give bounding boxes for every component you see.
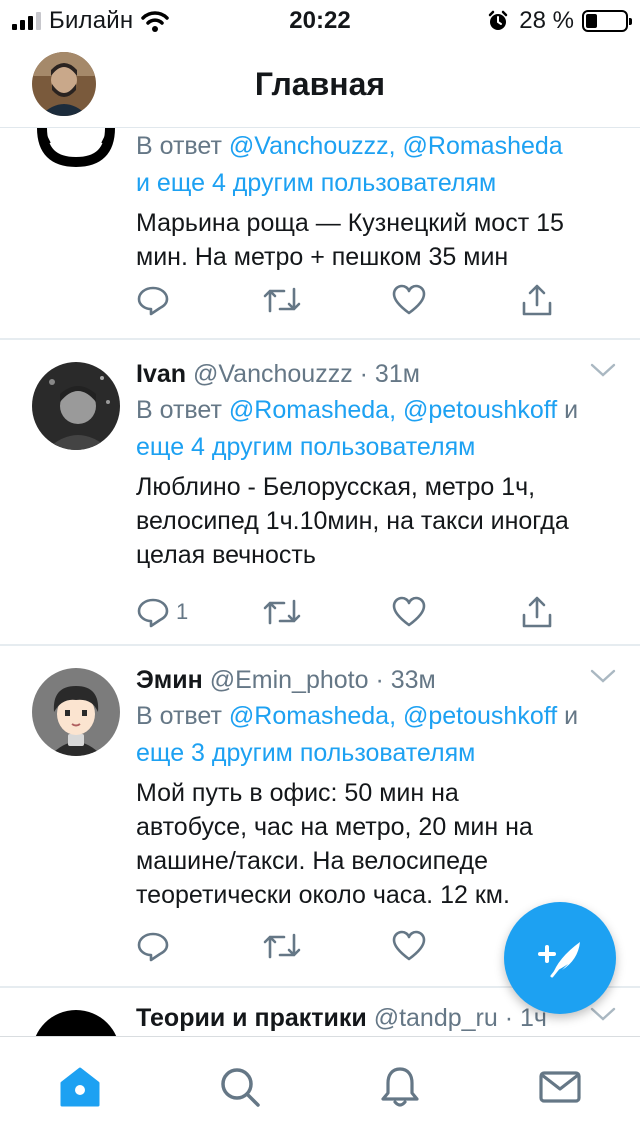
tweet-text-line: велосипед 1ч.10мин, на такси иногда bbox=[136, 507, 569, 535]
tweet-time: 33м bbox=[390, 666, 436, 694]
tweet-actions bbox=[136, 926, 556, 966]
retweet-icon bbox=[263, 599, 301, 625]
tweet[interactable]: В ответ @Vanchouzzz, @Romasheda и еще 4 … bbox=[0, 128, 640, 340]
reply-context: В ответ @Romasheda, @petoushkoff и еще 3… bbox=[136, 698, 616, 772]
chevron-down-icon[interactable] bbox=[590, 362, 616, 378]
reply-mentions-link[interactable]: @Romasheda, @petoushkoff bbox=[229, 396, 557, 424]
user-avatar[interactable] bbox=[32, 1010, 120, 1036]
retweet-icon bbox=[263, 287, 301, 313]
share-button[interactable] bbox=[520, 280, 554, 320]
retweet-button[interactable] bbox=[262, 592, 302, 632]
reply-icon bbox=[137, 598, 169, 628]
tweet-actions: 1 bbox=[136, 592, 556, 632]
reply-context: В ответ @Romasheda, @petoushkoff и еще 4… bbox=[136, 392, 616, 466]
compose-feather-icon bbox=[538, 942, 580, 978]
separator-dot: · bbox=[368, 666, 391, 694]
like-button[interactable] bbox=[392, 280, 426, 320]
reply-prefix: В ответ bbox=[136, 132, 222, 160]
retweet-button[interactable] bbox=[262, 926, 302, 966]
like-button[interactable] bbox=[392, 592, 426, 632]
reply-mentions-link[interactable]: @Romasheda, @petoushkoff bbox=[229, 702, 557, 730]
battery-icon bbox=[582, 10, 632, 32]
user-name[interactable]: Эмин bbox=[136, 666, 203, 694]
tweet-text-line: мин. На метро + пешком 35 мин bbox=[136, 243, 509, 271]
separator-dot: · bbox=[352, 360, 375, 388]
reply-prefix: В ответ bbox=[136, 702, 222, 730]
user-handle[interactable]: @tandp_ru bbox=[374, 1004, 498, 1032]
heart-icon bbox=[392, 284, 426, 315]
tweet-header: Ivan @Vanchouzzz · 31м bbox=[136, 358, 616, 390]
tweet-text-line: Мой путь в офис: 50 мин на bbox=[136, 779, 459, 807]
search-icon bbox=[221, 1068, 260, 1107]
timeline-feed[interactable]: В ответ @Vanchouzzz, @Romasheda и еще 4 … bbox=[0, 128, 640, 1036]
tweet-actions bbox=[136, 280, 556, 320]
tweet-text-line: автобусе, час на метро, 20 мин на bbox=[136, 813, 533, 841]
heart-icon bbox=[392, 930, 426, 961]
reply-prefix: В ответ bbox=[136, 396, 222, 424]
reply-button[interactable] bbox=[136, 926, 176, 966]
tweet-header: Эмин @Emin_photo · 33м bbox=[136, 664, 616, 696]
tweet[interactable]: Ivan @Vanchouzzz · 31м В ответ @Romashed… bbox=[0, 340, 640, 646]
tweet-text: Люблино - Белорусская, метро 1ч, велосип… bbox=[136, 470, 616, 572]
compose-tweet-button[interactable] bbox=[504, 902, 616, 1014]
reply-button[interactable] bbox=[136, 280, 176, 320]
retweet-button[interactable] bbox=[262, 280, 302, 320]
home-icon bbox=[60, 1067, 100, 1107]
tweet-text: Марьина роща — Кузнецкий мост 15 мин. На… bbox=[136, 206, 616, 274]
separator-dot: · bbox=[497, 1004, 520, 1032]
tab-messages[interactable] bbox=[536, 1063, 584, 1111]
share-button[interactable] bbox=[520, 592, 554, 632]
reply-more-link[interactable]: еще 3 другим пользователям bbox=[136, 739, 475, 767]
tab-home[interactable] bbox=[56, 1063, 104, 1111]
tab-search[interactable] bbox=[216, 1063, 264, 1111]
bell-icon bbox=[381, 1067, 419, 1107]
tweet-text-line: целая вечность bbox=[136, 541, 316, 569]
user-avatar[interactable] bbox=[32, 668, 120, 756]
reply-mentions-link[interactable]: @Vanchouzzz, @Romasheda bbox=[229, 132, 563, 160]
reply-more-link[interactable]: еще 4 другим пользователям bbox=[136, 433, 475, 461]
retweet-icon bbox=[263, 933, 301, 959]
reply-more-link[interactable]: и еще 4 другим пользователям bbox=[136, 169, 496, 197]
alarm-icon bbox=[489, 10, 508, 30]
tab-notifications[interactable] bbox=[376, 1063, 424, 1111]
reply-and: и bbox=[564, 396, 579, 424]
chevron-down-icon[interactable] bbox=[590, 668, 616, 684]
tweet-time: 31м bbox=[374, 360, 420, 388]
user-name[interactable]: Теории и практики bbox=[136, 1004, 367, 1032]
heart-icon bbox=[392, 596, 426, 627]
user-avatar[interactable] bbox=[32, 128, 120, 172]
user-handle[interactable]: @Emin_photo bbox=[210, 666, 369, 694]
user-handle[interactable]: @Vanchouzzz bbox=[193, 360, 353, 388]
reply-icon bbox=[137, 286, 169, 316]
reply-count: 1 bbox=[176, 599, 189, 624]
battery-percent: 28 % bbox=[519, 7, 574, 34]
chevron-down-icon[interactable] bbox=[590, 1006, 616, 1022]
user-name[interactable]: Ivan bbox=[136, 360, 186, 388]
nav-header: Главная bbox=[0, 40, 640, 128]
share-icon bbox=[522, 284, 552, 316]
tweet-text-line: Марьина роща — Кузнецкий мост 15 bbox=[136, 209, 564, 237]
reply-icon bbox=[137, 932, 169, 962]
tweet-text: Мой путь в офис: 50 мин на автобусе, час… bbox=[136, 776, 616, 912]
tweet-text-line: Люблино - Белорусская, метро 1ч, bbox=[136, 473, 536, 501]
share-icon bbox=[522, 596, 552, 628]
tweet-text-line: машине/такси. На велосипеде bbox=[136, 847, 489, 875]
status-bar: Билайн 20:22 28 % bbox=[0, 0, 640, 40]
user-avatar[interactable] bbox=[32, 362, 120, 450]
reply-and: и bbox=[564, 702, 579, 730]
like-button[interactable] bbox=[392, 926, 426, 966]
reply-context: В ответ @Vanchouzzz, @Romasheda и еще 4 … bbox=[136, 128, 616, 202]
reply-button[interactable]: 1 bbox=[136, 592, 188, 632]
mail-icon bbox=[539, 1071, 581, 1103]
tab-bar bbox=[0, 1036, 640, 1136]
page-title: Главная bbox=[254, 66, 386, 102]
